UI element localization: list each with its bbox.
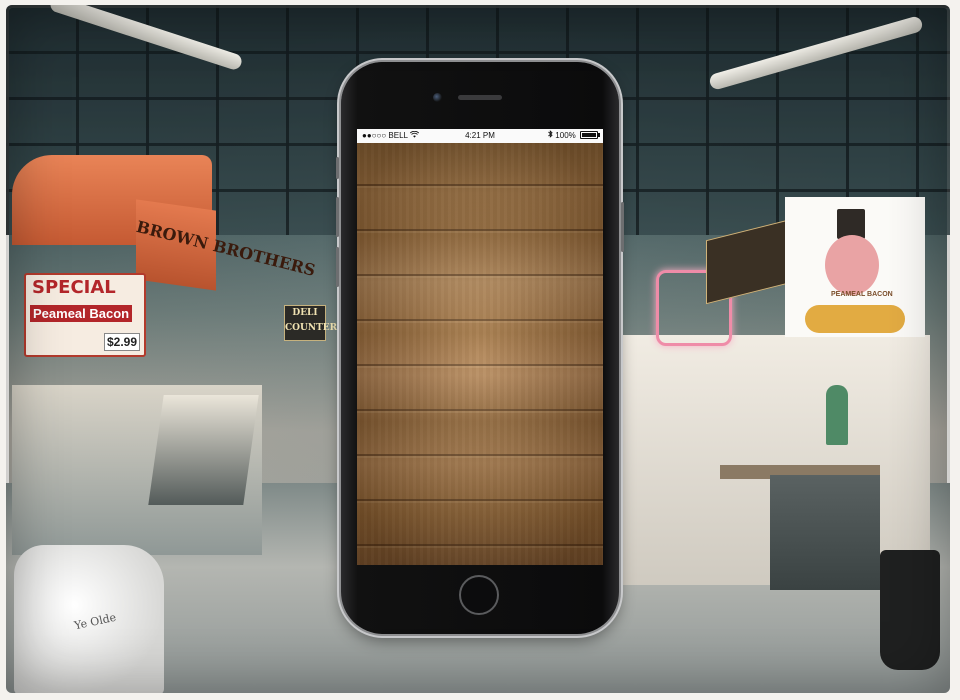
pig-mascot-sign: PEAMEAL BACON <box>785 197 925 337</box>
counter-cabinet <box>770 475 880 590</box>
pig-figure <box>825 235 879 295</box>
power-button <box>621 202 624 252</box>
special-price: $2.99 <box>103 333 140 351</box>
special-price-sign: SPECIAL Peameal Bacon $2.99 <box>24 273 146 357</box>
earpiece-speaker <box>458 95 502 100</box>
dark-tote-bag <box>880 550 940 670</box>
status-bar: ●●○○○ BELL 4:21 PM 100% <box>357 129 603 143</box>
paper-bags: Ye Olde <box>14 545 164 693</box>
wood-texture-wallpaper <box>357 143 603 565</box>
mute-switch <box>336 157 339 179</box>
glass-display-case <box>148 395 259 505</box>
bag-print: Ye Olde <box>73 610 118 633</box>
display-counter-right <box>600 335 930 585</box>
special-product: Peameal Bacon <box>30 305 133 322</box>
battery-percent: 100% <box>555 131 576 140</box>
phone-screen[interactable]: ●●○○○ BELL 4:21 PM 100% <box>357 129 603 565</box>
deli-sign-line: DELI <box>292 308 318 318</box>
bread-loaves <box>805 305 905 333</box>
shopper-figure <box>826 385 848 445</box>
deli-sign-line: COUNTER <box>285 323 338 333</box>
home-button[interactable] <box>459 575 499 615</box>
front-camera-icon <box>433 93 442 102</box>
battery-status: 100% <box>548 129 600 143</box>
deli-counter-sign: DELI COUNTER <box>284 305 338 341</box>
special-headline: SPECIAL <box>32 277 116 298</box>
volume-up-button <box>336 197 339 237</box>
iphone-mockup: ●●○○○ BELL 4:21 PM 100% <box>336 62 624 634</box>
battery-icon <box>580 131 600 139</box>
volume-down-button <box>336 247 339 287</box>
pig-sign-caption: PEAMEAL BACON <box>831 291 893 298</box>
